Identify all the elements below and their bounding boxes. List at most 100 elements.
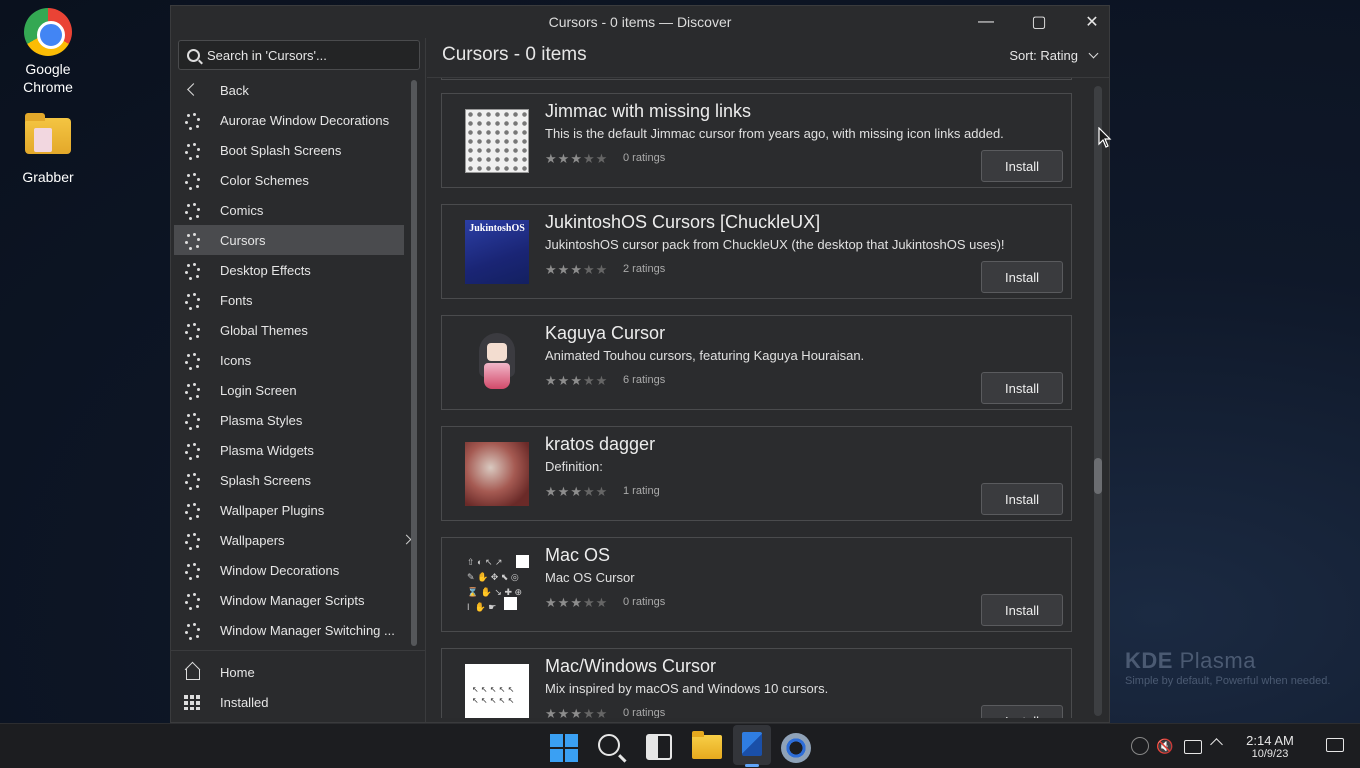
sidebar-item-home[interactable]: Home <box>171 657 426 687</box>
cursor-thumbnail <box>465 553 529 617</box>
star-icon: ★ <box>545 373 558 388</box>
star-icon: ★ <box>545 706 558 718</box>
update-icon[interactable] <box>1131 737 1149 755</box>
install-button[interactable]: Install <box>981 150 1063 182</box>
display-icon[interactable] <box>1184 740 1202 754</box>
widgets-icon[interactable] <box>646 734 672 760</box>
star-icon: ★ <box>582 484 596 499</box>
star-icon: ★ <box>570 373 583 388</box>
back-button[interactable]: Back <box>174 75 404 105</box>
close-button[interactable]: ✕ <box>1077 10 1107 34</box>
sidebar-item-wallpapers[interactable]: Wallpapers <box>174 525 412 555</box>
sidebar-item-icons[interactable]: Icons <box>174 345 404 375</box>
star-icon: ★ <box>545 484 558 499</box>
cursor-thumbnail <box>465 331 529 395</box>
sidebar-scrollbar[interactable] <box>411 80 417 646</box>
chevron-up-icon[interactable] <box>1210 738 1223 751</box>
search-box[interactable] <box>178 40 420 70</box>
cursor-description: JukintoshOS cursor pack from ChuckleUX (… <box>545 237 1005 252</box>
star-icon: ★ <box>557 484 571 499</box>
cursor-name[interactable]: Jimmac with missing links <box>545 101 751 122</box>
install-button[interactable]: Install <box>981 483 1063 515</box>
desktop-icon-grabber[interactable]: Grabber <box>3 113 93 186</box>
sidebar-item-login-screen[interactable]: Login Screen <box>174 375 404 405</box>
install-button[interactable]: Install <box>981 372 1063 404</box>
settings-icon[interactable] <box>781 733 811 763</box>
install-button[interactable]: Install <box>981 261 1063 293</box>
sidebar-item-label: Boot Splash Screens <box>220 142 342 158</box>
sidebar-item-fonts[interactable]: Fonts <box>174 285 404 315</box>
sidebar-item-window-manager-scripts[interactable]: Window Manager Scripts <box>174 585 404 615</box>
cursor-description: Mix inspired by macOS and Windows 10 cur… <box>545 681 829 696</box>
cursor-thumbnail: JukintoshOS <box>465 220 529 284</box>
star-icon: ★ <box>595 706 609 718</box>
cursor-name[interactable]: Mac/Windows Cursor <box>545 656 716 677</box>
cursor-card[interactable]: Kaguya Cursor Animated Touhou cursors, fe… <box>441 315 1072 410</box>
install-button[interactable]: Install <box>981 705 1063 718</box>
cursor-name[interactable]: Kaguya Cursor <box>545 323 665 344</box>
sidebar-item-color-schemes[interactable]: Color Schemes <box>174 165 404 195</box>
minimize-button[interactable]: — <box>971 10 1001 34</box>
file-explorer-icon[interactable] <box>692 731 722 759</box>
star-icon: ★ <box>570 262 583 277</box>
cursor-name[interactable]: Mac OS <box>545 545 610 566</box>
sidebar-item-window-manager-switching[interactable]: Window Manager Switching ... <box>174 615 404 645</box>
clock[interactable]: 2:14 AM 10/9/23 <box>1235 733 1305 760</box>
discover-window: Cursors - 0 items — Discover — ▢ ✕ Back … <box>170 5 1110 724</box>
volume-muted-icon[interactable]: 🔇 <box>1156 738 1173 755</box>
scrollbar-thumb[interactable] <box>1094 458 1102 494</box>
cursor-card[interactable]: Jimmac with missing links This is the def… <box>441 93 1072 188</box>
sidebar-item-boot-splash-screens[interactable]: Boot Splash Screens <box>174 135 404 165</box>
desktop-icon-chrome[interactable]: Google Chrome <box>3 8 93 96</box>
back-label: Back <box>220 82 249 98</box>
cursor-card[interactable]: kratos dagger Definition: ★★★★★ 1 rating Ins… <box>441 426 1072 521</box>
sidebar-item-wallpaper-plugins[interactable]: Wallpaper Plugins <box>174 495 404 525</box>
kaguya-dress <box>484 363 510 389</box>
main-scrollbar[interactable] <box>1094 86 1102 716</box>
category-icon <box>184 472 204 488</box>
sidebar-item-window-decorations[interactable]: Window Decorations <box>174 555 404 585</box>
sidebar-item-installed[interactable]: Installed <box>171 687 426 717</box>
sidebar-item-cursors[interactable]: Cursors <box>174 225 404 255</box>
start-icon[interactable] <box>550 734 578 762</box>
watermark-product: Plasma <box>1179 648 1256 673</box>
category-icon <box>184 352 204 368</box>
chevron-down-icon <box>1088 48 1099 59</box>
cursor-card[interactable]: Mac/Windows Cursor Mix inspired by macOS … <box>441 648 1072 718</box>
sidebar-item-global-themes[interactable]: Global Themes <box>174 315 404 345</box>
sidebar-item-label: Splash Screens <box>220 472 312 488</box>
sidebar-item-desktop-effects[interactable]: Desktop Effects <box>174 255 404 285</box>
cursor-thumbnail <box>465 109 529 173</box>
search-input[interactable] <box>207 47 407 63</box>
sort-dropdown[interactable]: Sort: Rating <box>1009 48 1099 63</box>
taskbar-search-icon[interactable] <box>598 734 620 756</box>
sidebar-item-comics[interactable]: Comics <box>174 195 404 225</box>
grid-icon <box>184 694 204 710</box>
sidebar-item-aurorae-window-decorations[interactable]: Aurorae Window Decorations <box>174 105 404 135</box>
titlebar[interactable]: Cursors - 0 items — Discover — ▢ ✕ <box>171 6 1109 38</box>
star-icon: ★ <box>557 373 571 388</box>
cursor-card[interactable]: JukintoshOS JukintoshOS Cursors [ChuckleU… <box>441 204 1072 299</box>
install-button[interactable]: Install <box>981 594 1063 626</box>
sidebar-item-label: Plasma Styles <box>220 412 303 428</box>
notification-icon[interactable] <box>1326 738 1344 752</box>
sidebar-item-plasma-styles[interactable]: Plasma Styles <box>174 405 404 435</box>
star-rating: ★★★★★ <box>545 262 608 278</box>
cursor-name[interactable]: JukintoshOS Cursors [ChuckleUX] <box>545 212 820 233</box>
star-icon: ★ <box>570 484 583 499</box>
cursor-list: Jimmac with missing links This is the def… <box>441 78 1073 718</box>
cursor-name[interactable]: kratos dagger <box>545 434 655 455</box>
sidebar-item-plasma-widgets[interactable]: Plasma Widgets <box>174 435 404 465</box>
cursor-description: Definition: <box>545 459 603 474</box>
star-icon: ★ <box>582 595 596 610</box>
sidebar-item-label: Login Screen <box>220 382 297 398</box>
sidebar-item-splash-screens[interactable]: Splash Screens <box>174 465 404 495</box>
star-rating: ★★★★★ <box>545 595 608 611</box>
cursor-card[interactable]: Mac OSMac OS Cursor★★★★★0 ratingsInstall <box>441 537 1072 632</box>
star-icon: ★ <box>582 373 596 388</box>
ratings-count: 2 ratings <box>623 263 666 275</box>
category-icon <box>184 322 204 338</box>
maximize-button[interactable]: ▢ <box>1024 10 1054 34</box>
category-icon <box>184 112 204 128</box>
discover-app-icon[interactable] <box>733 725 771 767</box>
